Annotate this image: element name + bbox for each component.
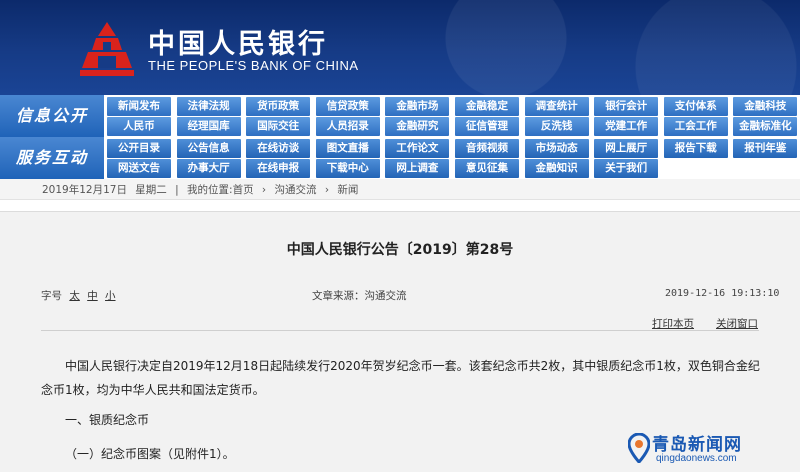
row2-item[interactable]: 在线申报 (246, 159, 311, 178)
row2-item[interactable]: 在线访谈 (246, 139, 311, 158)
row2-item[interactable]: 工作论文 (385, 139, 450, 158)
row1-item[interactable]: 调查统计 (524, 97, 589, 116)
watermark-url: qingdaonews.com (656, 453, 737, 464)
site-header: 中国人民银行 THE PEOPLE'S BANK OF CHINA (0, 0, 800, 95)
breadcrumb-location-label: 我的位置: (187, 184, 233, 196)
nav-section-label-service: 服务互动 (0, 137, 104, 179)
row1-item[interactable]: 金融市场 (385, 97, 450, 116)
row1-item[interactable]: 征信管理 (455, 117, 519, 136)
row1-item[interactable]: 法律法规 (176, 97, 241, 116)
article-paragraph: 中国人民银行决定自2019年12月18日起陆续发行2020年贺岁纪念币一套。该套… (41, 359, 760, 397)
font-size-large-link[interactable]: 太 (69, 290, 80, 302)
font-size-control: 字号 太 中 小 (41, 288, 116, 303)
row2-item[interactable]: 网上展厅 (594, 139, 659, 158)
row2-item[interactable]: 公告信息 (176, 139, 241, 158)
row2-item[interactable]: 意见征集 (455, 159, 519, 178)
article-datetime: 2019-12-16 19:13:10 (665, 288, 780, 299)
row2-item[interactable]: 网上调查 (385, 159, 450, 178)
nav-section-label-info: 信息公开 (0, 95, 104, 137)
breadcrumb-home-link[interactable]: 首页 (233, 184, 254, 196)
logo-title-en[interactable]: THE PEOPLE'S BANK OF CHINA (148, 58, 359, 73)
watermark-name: 青岛新闻网 (652, 435, 742, 455)
article-title: 中国人民银行公告〔2019〕第28号 (286, 242, 514, 258)
main-nav: 信息公开 新闻发布 法律法规 货币政策 信贷政策 金融市场 金融稳定 调查统计 银行会计 支付体… (0, 95, 800, 179)
article-source: 文章来源：沟通交流 (312, 290, 407, 302)
row1-item[interactable]: 工会工作 (663, 117, 728, 136)
row1-item[interactable]: 人民币 (107, 117, 171, 136)
nav-grid-service: 公开目录 公告信息 在线访谈 图文直播 工作论文 音频视频 市场动态 网上展厅 报告下载 报刊年鉴… (104, 137, 800, 179)
breadcrumb-separator: › (324, 184, 330, 196)
breadcrumb-separator: › (261, 184, 267, 196)
row2-item[interactable]: 关于我们 (594, 159, 659, 178)
font-size-small-link[interactable]: 小 (105, 290, 116, 302)
breadcrumb-page-link[interactable]: 新闻 (337, 184, 358, 196)
breadcrumb: 2019年12月17日 星期二 | 我的位置:首页 › 沟通交流 › 新闻 (42, 182, 363, 197)
logo-title-cn[interactable]: 中国人民银行 (148, 22, 328, 61)
row1-item[interactable]: 人员招录 (315, 117, 380, 136)
pboc-emblem-icon[interactable] (78, 20, 136, 78)
article-section-heading: 一、银质纪念币 (65, 413, 150, 427)
location-pin-icon (628, 433, 650, 463)
row1-item[interactable]: 金融稳定 (455, 97, 519, 116)
breadcrumb-divider: | (175, 184, 179, 196)
meta-divider (41, 330, 759, 331)
breadcrumb-section-link[interactable]: 沟通交流 (274, 184, 316, 196)
nav-section-info: 信息公开 新闻发布 法律法规 货币政策 信贷政策 金融市场 金融稳定 调查统计 银行会计 支付体… (0, 95, 800, 137)
row1-item[interactable]: 金融标准化 (733, 117, 798, 136)
row2-item[interactable]: 金融知识 (524, 159, 589, 178)
current-weekday: 星期二 (135, 184, 167, 196)
row2-item[interactable]: 办事大厅 (176, 159, 241, 178)
source-watermark: 青岛新闻网 qingdaonews.com (628, 430, 788, 470)
row2-item[interactable]: 网送文告 (107, 159, 171, 178)
header-pattern (380, 0, 800, 95)
row1-item[interactable]: 货币政策 (246, 97, 311, 116)
row1-item[interactable]: 经理国库 (176, 117, 241, 136)
close-window-link[interactable]: 关闭窗口 (716, 316, 758, 331)
row1-item[interactable]: 反洗钱 (524, 117, 589, 136)
row1-item[interactable]: 支付体系 (663, 97, 728, 116)
row1-item[interactable]: 金融研究 (385, 117, 450, 136)
row1-item[interactable]: 银行会计 (594, 97, 659, 116)
row1-item[interactable]: 国际交往 (246, 117, 311, 136)
row1-item[interactable]: 党建工作 (594, 117, 659, 136)
row2-item[interactable]: 图文直播 (315, 139, 380, 158)
row2-item[interactable]: 音频视频 (455, 139, 519, 158)
row2-item[interactable]: 公开目录 (107, 139, 171, 158)
current-date: 2019年12月17日 (42, 184, 127, 196)
font-size-label: 字号 (41, 290, 62, 302)
row2-item[interactable]: 报刊年鉴 (733, 139, 798, 158)
breadcrumb-bar: 2019年12月17日 星期二 | 我的位置:首页 › 沟通交流 › 新闻 (0, 179, 800, 200)
print-page-link[interactable]: 打印本页 (652, 316, 694, 331)
row1-item[interactable]: 新闻发布 (107, 97, 171, 116)
row1-item[interactable]: 信贷政策 (315, 97, 380, 116)
nav-section-service: 服务互动 公开目录 公告信息 在线访谈 图文直播 工作论文 音频视频 市场动态 网上展厅 报告下… (0, 137, 800, 179)
nav-grid-info: 新闻发布 法律法规 货币政策 信贷政策 金融市场 金融稳定 调查统计 银行会计 支付体系 金融科技… (104, 95, 800, 137)
row2-item[interactable]: 报告下载 (663, 139, 728, 158)
row2-item[interactable]: 下载中心 (315, 159, 380, 178)
font-size-medium-link[interactable]: 中 (87, 290, 98, 302)
row2-item[interactable]: 市场动态 (524, 139, 589, 158)
row1-item[interactable]: 金融科技 (733, 97, 798, 116)
